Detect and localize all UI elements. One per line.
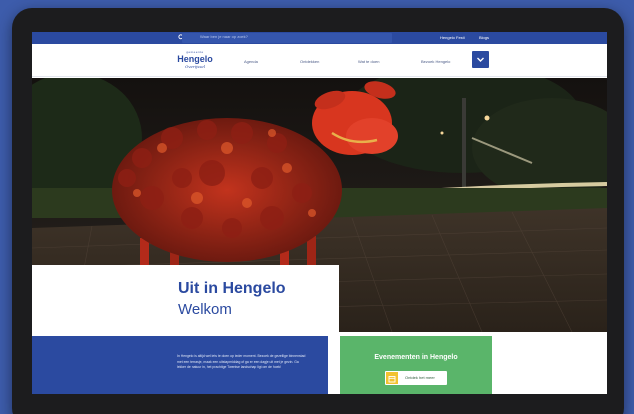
website-screen: Waar ben je naar op zoek? Hengelo Festi … [32,32,607,394]
events-button-label: Ontdek het meer [405,375,435,380]
chevron-down-icon [477,57,484,62]
nav-menu-toggle[interactable] [472,51,489,68]
page-title: Uit in Hengelo [178,280,286,297]
search-placeholder: Waar ben je naar op zoek? [200,34,248,39]
main-nav: gemeente Hengelo Overijssel Agenda Ontde… [32,44,607,77]
events-title: Evenementen in Hengelo [374,354,458,361]
logo-tagline: Overijssel [184,64,206,69]
util-link-festival[interactable]: Hengelo Festi [440,35,465,40]
calendar-icon [386,372,398,384]
nav-item-agenda[interactable]: Agenda [244,59,258,64]
intro-text: In Hengelo is altijd wel iets te doen op… [177,354,306,370]
intro-panel: In Hengelo is altijd wel iets te doen op… [32,336,328,394]
util-link-blogs[interactable]: Blogs [479,35,489,40]
hero-title-card: Uit in Hengelo Welkom [32,265,339,333]
logo-name: Hengelo [177,54,213,64]
events-button[interactable]: Ontdek het meer [385,371,447,385]
utility-bar: Waar ben je naar op zoek? Hengelo Festi … [32,32,607,44]
hengelo-logo[interactable]: gemeente Hengelo Overijssel [177,50,213,72]
nav-item-wat-te-doen[interactable]: Wat te doen [358,59,379,64]
search-input[interactable]: Waar ben je naar op zoek? [182,33,392,43]
nav-item-ontdekken[interactable]: Ontdekken [300,59,319,64]
page-subtitle: Welkom [178,301,232,318]
events-panel: Evenementen in Hengelo Ontdek het meer [340,336,492,394]
nav-item-bezoek[interactable]: Bezoek Hengelo [421,59,450,64]
